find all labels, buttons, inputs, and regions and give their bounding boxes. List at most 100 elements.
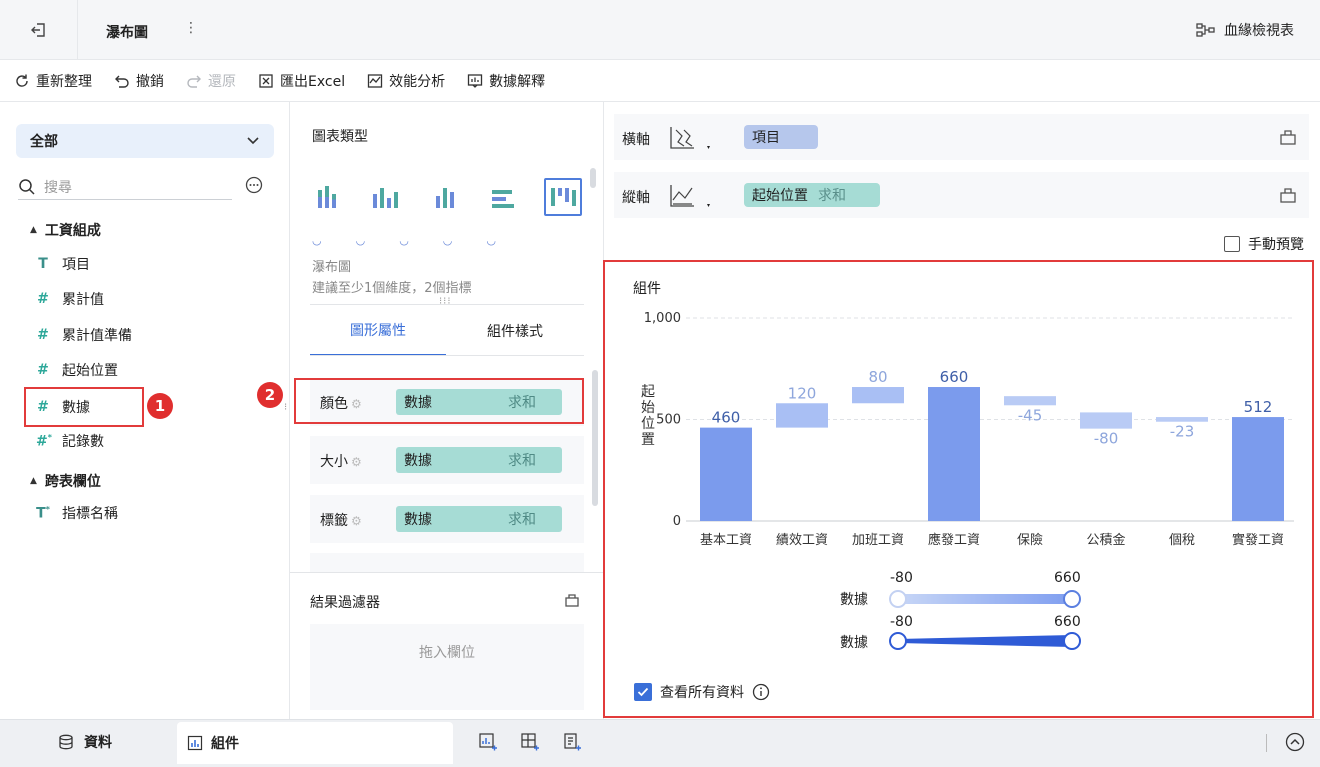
tab-component-style[interactable]: 組件樣式 (446, 306, 584, 356)
number-field-icon: # (37, 327, 49, 343)
lock-icon[interactable] (564, 592, 580, 612)
text-field-icon: T (38, 256, 48, 272)
manual-preview-toggle[interactable]: 手動預覽 (1224, 234, 1304, 254)
bar-1 (776, 403, 828, 428)
x-tick-label: 公積金 (1086, 532, 1125, 548)
bottom-bar: 資料 組件 (0, 719, 1320, 767)
lock-icon[interactable] (1279, 186, 1297, 204)
database-icon (59, 734, 73, 750)
y-tick-label: 1,000 (644, 311, 681, 326)
data-label: 80 (868, 368, 887, 386)
group-cross-table[interactable]: ▲ 跨表欄位 (30, 471, 101, 491)
chart-type-scrollbar[interactable] (590, 168, 596, 188)
tab-data[interactable]: 資料 (58, 732, 112, 752)
more-menu-icon[interactable]: ⋮ (184, 20, 198, 36)
count-field-icon: #* (36, 432, 52, 450)
data-explain-button[interactable]: 數據解釋 (467, 71, 545, 91)
legend-size-max: 660 (1054, 614, 1081, 630)
legend-color-min: -80 (890, 570, 913, 586)
number-field-icon: # (37, 362, 49, 378)
y-tick-label: 0 (673, 514, 681, 529)
lineage-view-button[interactable]: 血緣檢視表 (1196, 20, 1294, 40)
tab-graph-properties[interactable]: 圖形屬性 (310, 306, 446, 356)
x-tick-label: 保險 (1017, 533, 1043, 548)
performance-analysis-button[interactable]: 效能分析 (367, 71, 445, 91)
add-report-icon[interactable] (562, 732, 582, 752)
filter-drop-zone[interactable]: 拖入欄位 (310, 624, 584, 710)
property-panel: 圖表類型 ◡◡◡◡◡ 瀑布圖 建議至少1個維度，2個指標 ⁝⁝⁝ 圖形屬性 組件… (257, 102, 604, 719)
legend-color-min-handle[interactable] (889, 590, 907, 608)
data-label: 512 (1244, 398, 1273, 416)
field-panel: 全部 搜尋 ▲ 工資組成 T 項目 # 累計值 # 累計值準備 # 起始位置 # 數據 1… (0, 102, 290, 719)
table-select[interactable]: 全部 (16, 124, 274, 158)
lock-icon[interactable] (1279, 128, 1297, 146)
legend-size-label: 數據 (840, 635, 868, 651)
refresh-button[interactable]: 重新整理 (14, 71, 92, 91)
data-label: 460 (712, 409, 741, 427)
info-icon[interactable] (752, 683, 770, 701)
legend-color-max-handle[interactable] (1063, 590, 1081, 608)
more-options-icon[interactable] (245, 176, 263, 198)
search-input[interactable]: 搜尋 (18, 174, 232, 200)
view-all-checkbox[interactable] (634, 683, 652, 701)
settings-gear-icon[interactable]: ⚙ (351, 455, 362, 469)
add-component-icon[interactable] (478, 732, 498, 752)
page-title: 瀑布圖 (106, 25, 148, 41)
x-field-pill[interactable]: 項目 (744, 125, 818, 149)
waterfall-chart: 1,000 500 0 起始位置 460 基本工資 120 績效工資 80 加班工資 660 應發工資… (641, 311, 1294, 548)
search-icon (19, 178, 35, 195)
field-start-position[interactable]: # 起始位置 (36, 360, 118, 380)
collapse-up-icon[interactable] (1285, 732, 1305, 752)
redo-button[interactable]: 還原 (186, 71, 236, 91)
lineage-label: 血緣檢視表 (1224, 23, 1294, 39)
prop-tooltip-partial[interactable] (310, 553, 584, 573)
x-tick-label: 實發工資 (1232, 532, 1284, 548)
prop-label[interactable]: 標籤 ⚙ 數據 求和 (310, 495, 584, 543)
legend-size-max-handle[interactable] (1063, 632, 1081, 650)
size-field-pill[interactable]: 數據 求和 (396, 447, 562, 473)
settings-gear-icon[interactable]: ⚙ (351, 514, 362, 528)
panel-resize-handle[interactable]: ⁝ (284, 402, 287, 413)
x-tick-label: 績效工資 (776, 533, 828, 548)
bar-7 (1232, 417, 1284, 521)
legend-size-wedge (898, 635, 1072, 647)
data-label: 120 (788, 384, 817, 402)
view-all-data-toggle[interactable]: 查看所有資料 (634, 682, 770, 702)
field-cumulative-prep[interactable]: # 累計值準備 (36, 325, 132, 345)
horizontal-bar-chart-icon[interactable] (486, 182, 520, 216)
export-excel-button[interactable]: 匯出Excel (258, 71, 345, 91)
undo-button[interactable]: 撤銷 (114, 71, 164, 91)
prop-size[interactable]: 大小 ⚙ 數據 求和 (310, 436, 584, 484)
bar-6 (1156, 417, 1208, 422)
field-cumulative[interactable]: # 累計值 (36, 289, 104, 309)
x-tick-label: 應發工資 (928, 532, 980, 548)
y-axis-icon[interactable] (668, 182, 712, 210)
data-label: -45 (1018, 406, 1043, 424)
chart-type-title: 圖表類型 (312, 129, 368, 145)
bar-3 (928, 387, 980, 521)
bar-2 (852, 387, 904, 404)
label-field-pill[interactable]: 數據 求和 (396, 506, 562, 532)
property-scrollbar[interactable] (592, 370, 598, 506)
field-metric-name[interactable]: T* 指標名稱 (36, 503, 118, 523)
data-label: -23 (1170, 423, 1195, 441)
y-axis-row: 縱軸 起始位置 求和 (614, 172, 1309, 218)
bar-5 (1080, 412, 1132, 429)
field-item[interactable]: T 項目 (36, 254, 90, 274)
stacked-bar-chart-icon[interactable] (310, 182, 344, 216)
field-record-count[interactable]: #* 記錄數 (36, 431, 104, 451)
legend-size-min-handle[interactable] (889, 632, 907, 650)
tab-component[interactable]: 組件 (177, 722, 453, 764)
bar-chart-icon[interactable] (428, 182, 462, 216)
group-salary[interactable]: ▲ 工資組成 (30, 220, 101, 240)
step-badge-2: 2 (257, 382, 283, 408)
x-tick-label: 個稅 (1169, 533, 1195, 548)
y-field-pill[interactable]: 起始位置 求和 (744, 183, 880, 207)
waterfall-chart-icon[interactable] (544, 178, 582, 216)
manual-preview-checkbox[interactable] (1224, 236, 1240, 252)
add-dashboard-icon[interactable] (520, 732, 540, 752)
exit-icon[interactable] (0, 0, 78, 60)
data-label: -80 (1094, 430, 1119, 448)
x-axis-icon[interactable] (668, 124, 712, 152)
grouped-bar-chart-icon[interactable] (368, 182, 402, 216)
